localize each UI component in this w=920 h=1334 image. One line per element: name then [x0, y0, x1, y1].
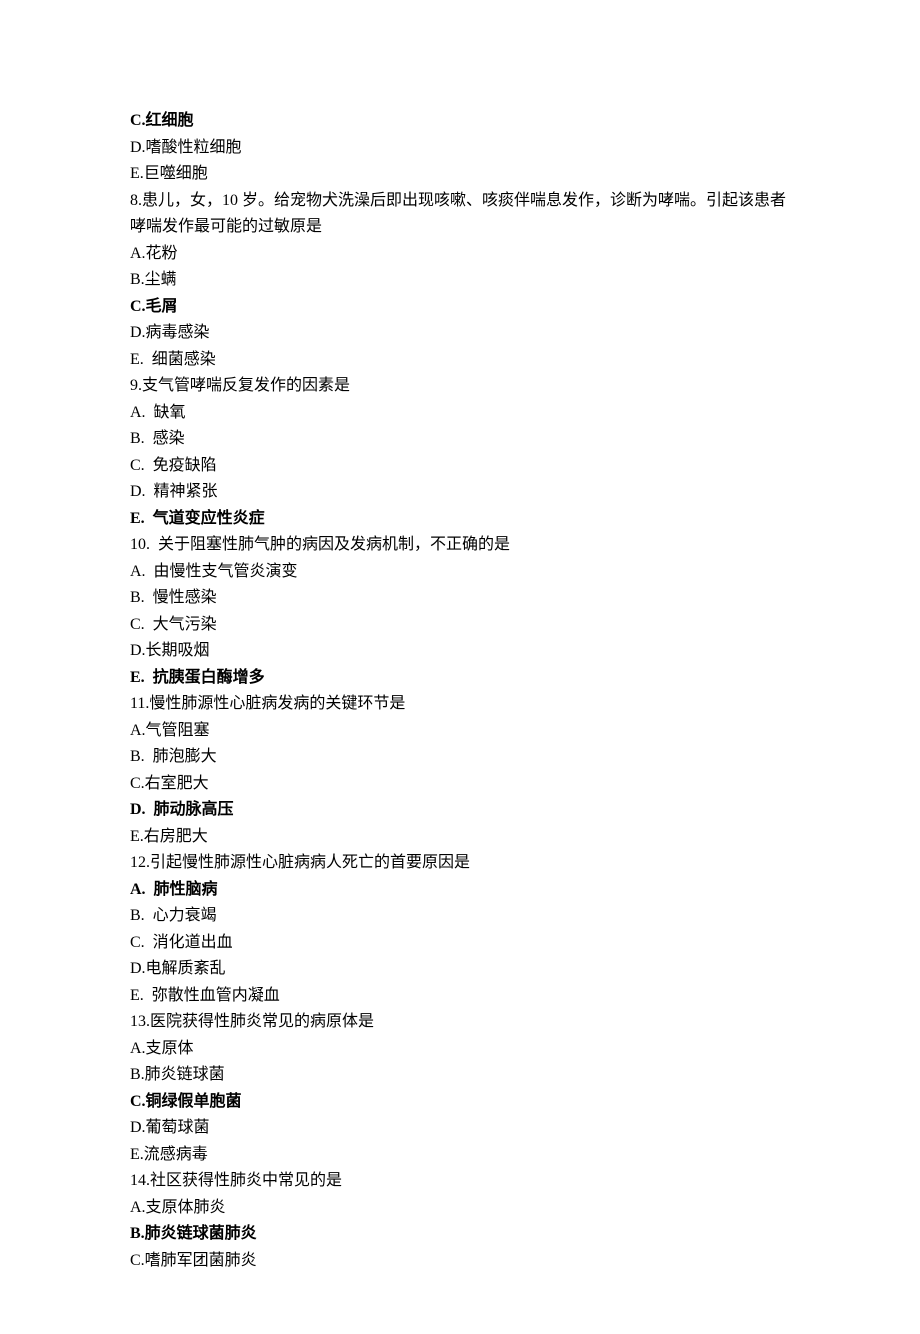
text-line: E. 弥散性血管内凝血	[130, 983, 790, 1010]
text-line: B.肺炎链球菌	[130, 1062, 790, 1089]
text-line: A.花粉	[130, 241, 790, 268]
text-line: 13.医院获得性肺炎常见的病原体是	[130, 1009, 790, 1036]
answer-option-bold: C.毛屑	[130, 294, 790, 321]
text-line: B. 感染	[130, 426, 790, 453]
text-line: A. 由慢性支气管炎演变	[130, 559, 790, 586]
text-line: 10. 关于阻塞性肺气肿的病因及发病机制，不正确的是	[130, 532, 790, 559]
text-line: D.电解质紊乱	[130, 956, 790, 983]
answer-option-bold: A. 肺性脑病	[130, 877, 790, 904]
text-line: 14.社区获得性肺炎中常见的是	[130, 1168, 790, 1195]
text-line: A. 缺氧	[130, 400, 790, 427]
text-line: C. 大气污染	[130, 612, 790, 639]
answer-option-bold: E. 气道变应性炎症	[130, 506, 790, 533]
text-line: D. 精神紧张	[130, 479, 790, 506]
text-line: E.巨噬细胞	[130, 161, 790, 188]
text-line: 11.慢性肺源性心脏病发病的关键环节是	[130, 691, 790, 718]
text-line: D.长期吸烟	[130, 638, 790, 665]
answer-option-bold: B.肺炎链球菌肺炎	[130, 1221, 790, 1248]
answer-option-bold: E. 抗胰蛋白酶增多	[130, 665, 790, 692]
answer-option-bold: C.红细胞	[130, 108, 790, 135]
document-page: C.红细胞D.嗜酸性粒细胞E.巨噬细胞8.患儿，女，10 岁。给宠物犬洗澡后即出…	[0, 0, 920, 1334]
text-line: E. 细菌感染	[130, 347, 790, 374]
text-line: A.气管阻塞	[130, 718, 790, 745]
text-line: D.病毒感染	[130, 320, 790, 347]
text-line: 9.支气管哮喘反复发作的因素是	[130, 373, 790, 400]
answer-option-bold: C.铜绿假单胞菌	[130, 1089, 790, 1116]
text-line: E.右房肥大	[130, 824, 790, 851]
text-line: A.支原体	[130, 1036, 790, 1063]
text-line: B. 肺泡膨大	[130, 744, 790, 771]
text-line: C. 免疫缺陷	[130, 453, 790, 480]
text-line: B. 慢性感染	[130, 585, 790, 612]
text-line: C. 消化道出血	[130, 930, 790, 957]
text-line: A.支原体肺炎	[130, 1195, 790, 1222]
text-line: B.尘螨	[130, 267, 790, 294]
text-line: D.嗜酸性粒细胞	[130, 135, 790, 162]
text-line: C.嗜肺军团菌肺炎	[130, 1248, 790, 1275]
text-line: C.右室肥大	[130, 771, 790, 798]
text-line: D.葡萄球菌	[130, 1115, 790, 1142]
text-line: 8.患儿，女，10 岁。给宠物犬洗澡后即出现咳嗽、咳痰伴喘息发作，诊断为哮喘。引…	[130, 188, 790, 241]
answer-option-bold: D. 肺动脉高压	[130, 797, 790, 824]
text-line: E.流感病毒	[130, 1142, 790, 1169]
text-line: B. 心力衰竭	[130, 903, 790, 930]
text-line: 12.引起慢性肺源性心脏病病人死亡的首要原因是	[130, 850, 790, 877]
